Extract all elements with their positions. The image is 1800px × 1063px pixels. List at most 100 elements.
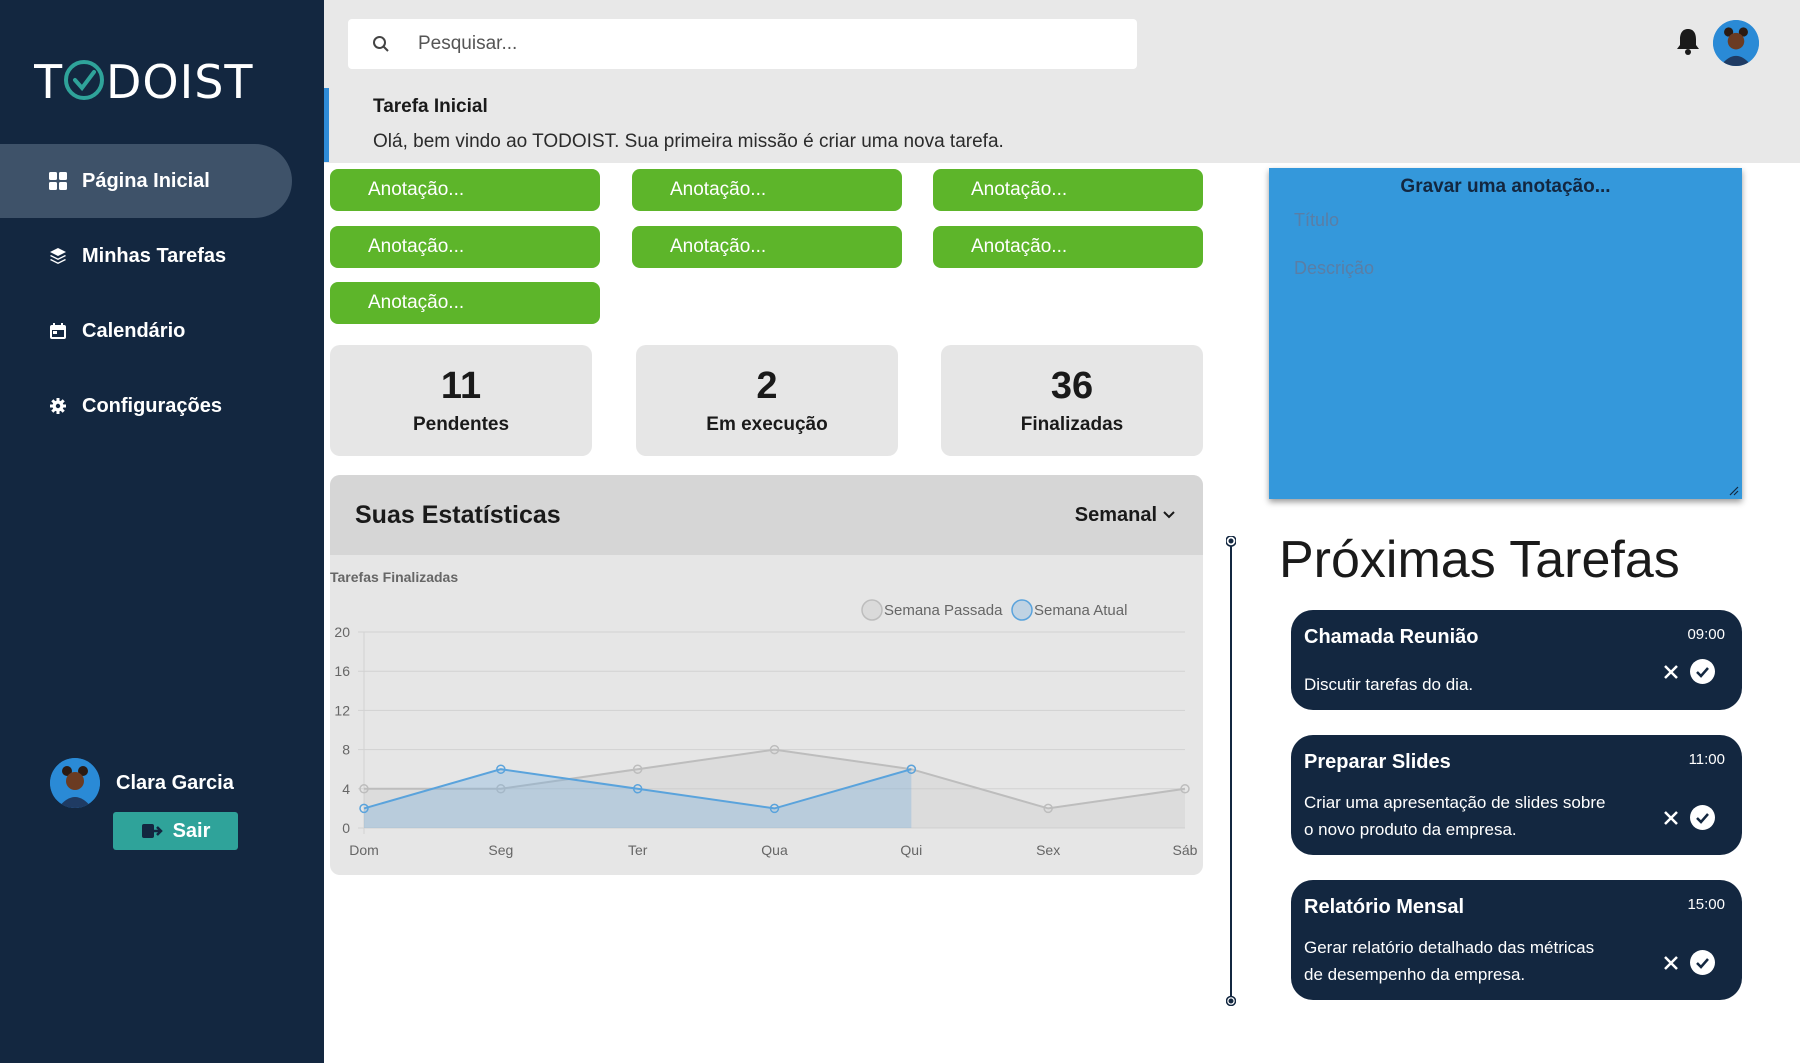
logout-label: Sair: [172, 819, 211, 842]
note-card[interactable]: Anotação...: [933, 169, 1203, 211]
y-tick-label: 8: [342, 742, 350, 758]
sidebar-item-settings[interactable]: Configurações: [0, 369, 292, 443]
task-card[interactable]: Preparar Slides 11:00 Criar uma apresent…: [1291, 735, 1742, 855]
gear-icon: [48, 396, 68, 416]
note-description-input[interactable]: [1294, 258, 1714, 458]
welcome-banner: Tarefa Inicial Olá, bem vindo ao TODOIST…: [324, 88, 1800, 162]
stat-value: 2: [756, 365, 778, 407]
task-description: Criar uma apresentação de slides sobre o…: [1304, 789, 1605, 843]
period-select[interactable]: Semanal: [1075, 504, 1175, 527]
stat-in-progress: 2 Em execução: [636, 345, 898, 456]
stat-finished: 36 Finalizadas: [941, 345, 1203, 456]
sidebar-item-my-tasks[interactable]: Minhas Tarefas: [0, 219, 292, 293]
complete-button[interactable]: [1690, 805, 1715, 830]
sidebar-item-label: Minhas Tarefas: [82, 244, 227, 267]
x-tick-label: Qui: [900, 842, 922, 858]
note-composer: Gravar uma anotação...: [1269, 168, 1742, 499]
task-description-line: o novo produto da empresa.: [1304, 820, 1517, 839]
line-chart: Tarefas Finalizadas 0 4 8 12 16 20 Dom Seg Ter Qua…: [330, 569, 1198, 858]
y-tick-label: 20: [334, 624, 350, 640]
welcome-title: Tarefa Inicial: [373, 96, 488, 117]
logout-icon: [141, 824, 163, 838]
layers-icon: [48, 246, 68, 266]
legend-swatch: [1011, 599, 1033, 621]
task-description-line: de desempenho da empresa.: [1304, 965, 1526, 984]
calendar-icon: [48, 321, 68, 341]
note-card[interactable]: Anotação...: [632, 169, 902, 211]
complete-button[interactable]: [1690, 659, 1715, 684]
sidebar-item-label: Configurações: [82, 394, 223, 417]
user-name: Clara Garcia: [116, 771, 234, 794]
search-icon: [373, 36, 389, 52]
sidebar-item-home[interactable]: Página Inicial: [0, 144, 292, 218]
task-description-line: Gerar relatório detalhado das métricas: [1304, 938, 1595, 957]
logout-button[interactable]: Sair: [113, 812, 238, 850]
task-actions: [1660, 805, 1715, 830]
sidebar-item-label: Página Inicial: [82, 169, 210, 192]
note-card[interactable]: Anotação...: [330, 169, 600, 211]
dismiss-button[interactable]: [1660, 807, 1682, 829]
legend-label: Semana Passada: [884, 602, 1003, 619]
todoist-logo[interactable]: T DOIST: [34, 56, 262, 104]
user-profile[interactable]: Clara Garcia: [50, 758, 234, 808]
x-tick-label: Qua: [761, 842, 788, 858]
y-tick-label: 0: [342, 820, 350, 836]
task-card[interactable]: Chamada Reunião 09:00 Discutir tarefas d…: [1291, 610, 1742, 710]
stat-value: 36: [1050, 365, 1094, 407]
dismiss-button[interactable]: [1660, 952, 1682, 974]
close-icon: [1664, 664, 1678, 679]
svg-text:T: T: [34, 56, 63, 104]
avatar: [50, 758, 100, 808]
task-description-line: Criar uma apresentação de slides sobre: [1304, 793, 1606, 812]
task-card[interactable]: Relatório Mensal 15:00 Gerar relatório d…: [1291, 880, 1742, 1000]
resize-handle-icon[interactable]: [1729, 486, 1739, 496]
stat-label: Pendentes: [412, 414, 510, 435]
task-title: Chamada Reunião: [1304, 626, 1479, 648]
task-time: 09:00: [1687, 626, 1725, 643]
stat-label: Finalizadas: [1020, 414, 1124, 435]
task-time: 11:00: [1688, 751, 1725, 768]
note-title-input[interactable]: [1294, 210, 1714, 231]
search-input[interactable]: [418, 33, 1098, 55]
note-card[interactable]: Anotação...: [330, 282, 600, 324]
sidebar-item-label: Calendário: [82, 319, 186, 342]
stat-label: Em execução: [706, 414, 828, 435]
note-card[interactable]: Anotação...: [330, 226, 600, 268]
complete-button[interactable]: [1690, 950, 1715, 975]
search-bar[interactable]: [348, 19, 1137, 69]
upcoming-title: Próximas Tarefas: [1279, 531, 1680, 589]
task-title: Relatório Mensal: [1304, 896, 1465, 918]
task-time: 15:00: [1687, 896, 1725, 913]
chart-title: Tarefas Finalizadas: [330, 569, 458, 585]
period-select-value: Semanal: [1074, 503, 1157, 526]
timeline: [1226, 536, 1236, 1006]
y-tick-label: 12: [334, 702, 350, 718]
sidebar-item-calendar[interactable]: Calendário: [0, 294, 292, 368]
composer-title: Gravar uma anotação...: [1400, 176, 1611, 197]
x-tick-label: Sex: [1036, 842, 1060, 858]
avatar[interactable]: [1713, 20, 1759, 66]
statistics-title: Suas Estatísticas: [355, 500, 561, 529]
chevron-down-icon: [1163, 511, 1175, 519]
x-tick-label: Dom: [349, 842, 379, 858]
note-card[interactable]: Anotação...: [933, 226, 1203, 268]
check-icon: [1696, 666, 1709, 678]
welcome-message: Olá, bem vindo ao TODOIST. Sua primeira …: [373, 131, 1004, 152]
y-tick-label: 16: [334, 663, 350, 679]
close-icon: [1664, 810, 1678, 825]
grid-icon: [48, 171, 68, 191]
sidebar: T DOIST Página Inicial Minhas Tarefas Ca…: [0, 0, 324, 1063]
x-tick-label: Ter: [628, 842, 648, 858]
close-icon: [1664, 955, 1678, 970]
stat-pending: 11 Pendentes: [330, 345, 592, 456]
svg-text:DOIST: DOIST: [106, 56, 254, 104]
task-actions: [1660, 659, 1715, 684]
x-tick-label: Sáb: [1173, 842, 1198, 858]
bell-icon[interactable]: [1675, 26, 1701, 56]
statistics-card: Suas Estatísticas Semanal Tarefas Finali…: [330, 475, 1203, 875]
stat-value: 11: [440, 365, 482, 407]
dismiss-button[interactable]: [1660, 661, 1682, 683]
statistics-header: Suas Estatísticas Semanal: [330, 475, 1203, 555]
task-description: Gerar relatório detalhado das métricas d…: [1304, 934, 1594, 988]
note-card[interactable]: Anotação...: [632, 226, 902, 268]
